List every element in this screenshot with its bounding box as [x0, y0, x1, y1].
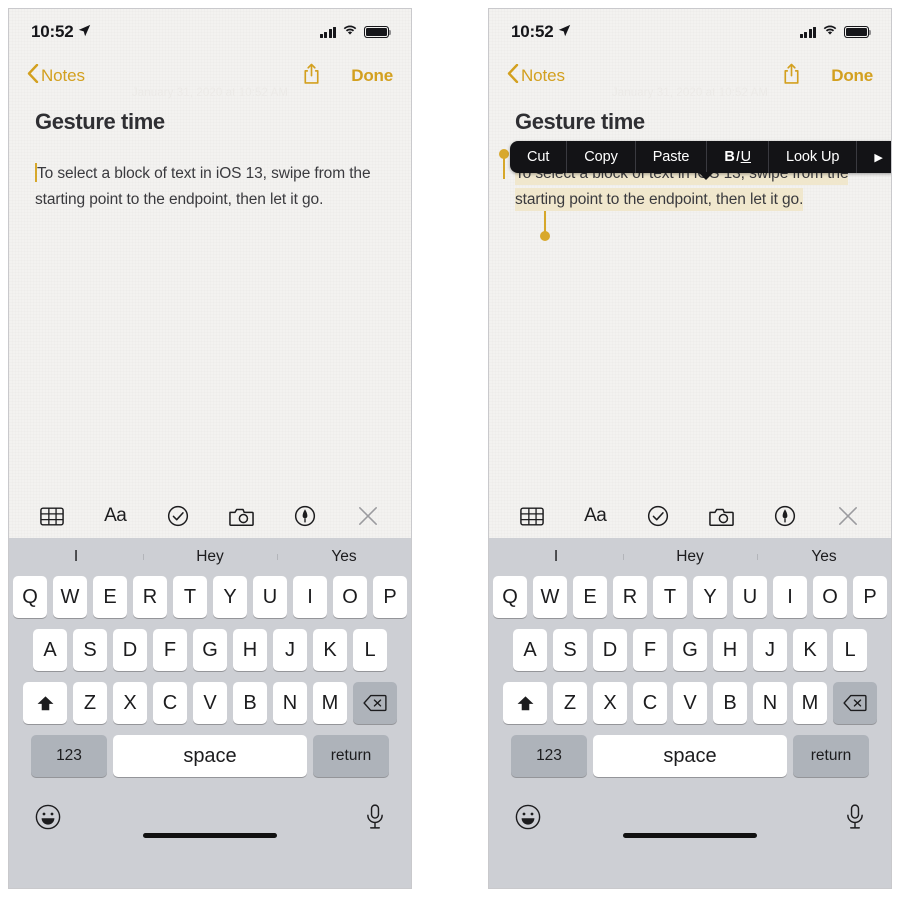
menu-item-copy[interactable]: Copy [567, 141, 636, 173]
status-bar: 10:52 [489, 9, 891, 55]
back-to-notes-button[interactable]: Notes [27, 63, 85, 88]
bold-label: B [724, 149, 735, 165]
battery-full-icon [844, 26, 872, 38]
chevron-left-icon [507, 63, 519, 88]
menu-item-format-biu[interactable]: BIU [707, 141, 769, 173]
selection-handle-end[interactable] [539, 211, 552, 241]
back-button-label: Notes [41, 66, 85, 85]
table-icon[interactable] [37, 501, 67, 531]
done-button[interactable]: Done [351, 66, 393, 86]
phone-panel-left: 10:52 Notes Done January 31, 2020 at 10:… [8, 8, 412, 889]
phone-panel-right: 10:52 Notes Done January 31, 2020 at 10:… [488, 8, 892, 889]
markup-pen-icon[interactable] [770, 501, 800, 531]
back-to-notes-button[interactable]: Notes [507, 63, 565, 88]
camera-icon[interactable] [227, 501, 257, 531]
checklist-icon[interactable] [163, 501, 193, 531]
navigation-bar: Notes Done [489, 55, 891, 97]
note-body-unselected[interactable]: To select a block of text in iOS 13, swi… [9, 161, 411, 213]
format-toolbar: Aa [9, 494, 411, 538]
wifi-icon [822, 23, 838, 41]
battery-full-icon [364, 26, 392, 38]
navigation-bar-actions: Done [302, 63, 393, 90]
aa-format-icon[interactable]: Aa [100, 501, 130, 531]
share-square-up-arrow-icon[interactable] [302, 63, 321, 90]
menu-item-more-arrow[interactable]: ▶ [857, 141, 891, 173]
note-title: Gesture time [515, 109, 645, 134]
status-bar-indicators [319, 23, 392, 41]
selection-handle-start[interactable] [498, 149, 511, 179]
location-arrow-icon [558, 22, 571, 42]
navigation-bar: Notes Done [9, 55, 411, 97]
close-x-icon[interactable] [353, 501, 383, 531]
wifi-icon [342, 23, 358, 41]
underline-label: U [740, 149, 751, 165]
cellular-signal-icon [319, 26, 336, 38]
status-bar-time: 10:52 [31, 22, 74, 41]
screenshot-stage: 10:52 Notes Done January 31, 2020 at 10:… [0, 0, 900, 897]
location-arrow-icon [78, 22, 91, 42]
menu-item-cut[interactable]: Cut [510, 141, 568, 173]
markup-pen-icon[interactable] [290, 501, 320, 531]
format-toolbar: Aa [489, 494, 891, 538]
share-square-up-arrow-icon[interactable] [782, 63, 801, 90]
note-body-text: To select a block of text in iOS 13, swi… [35, 165, 371, 208]
menu-item-paste[interactable]: Paste [636, 141, 708, 173]
close-x-icon[interactable] [833, 501, 863, 531]
status-bar: 10:52 [9, 9, 411, 55]
status-bar-time-group: 10:52 [511, 22, 571, 42]
menu-item-look-up[interactable]: Look Up [769, 141, 858, 173]
cellular-signal-icon [799, 26, 816, 38]
context-menu-pointer [698, 172, 715, 180]
checklist-icon[interactable] [643, 501, 673, 531]
status-bar-time-group: 10:52 [31, 22, 91, 42]
status-bar-indicators [799, 23, 872, 41]
table-icon[interactable] [517, 501, 547, 531]
navigation-bar-actions: Done [782, 63, 873, 90]
status-bar-time: 10:52 [511, 22, 554, 41]
chevron-left-icon [27, 63, 39, 88]
text-edit-context-menu: Cut Copy Paste BIU Look Up ▶ [510, 141, 891, 180]
camera-icon[interactable] [707, 501, 737, 531]
back-button-label: Notes [521, 66, 565, 85]
done-button[interactable]: Done [831, 66, 873, 86]
aa-format-icon[interactable]: Aa [580, 501, 610, 531]
note-title: Gesture time [35, 109, 165, 134]
